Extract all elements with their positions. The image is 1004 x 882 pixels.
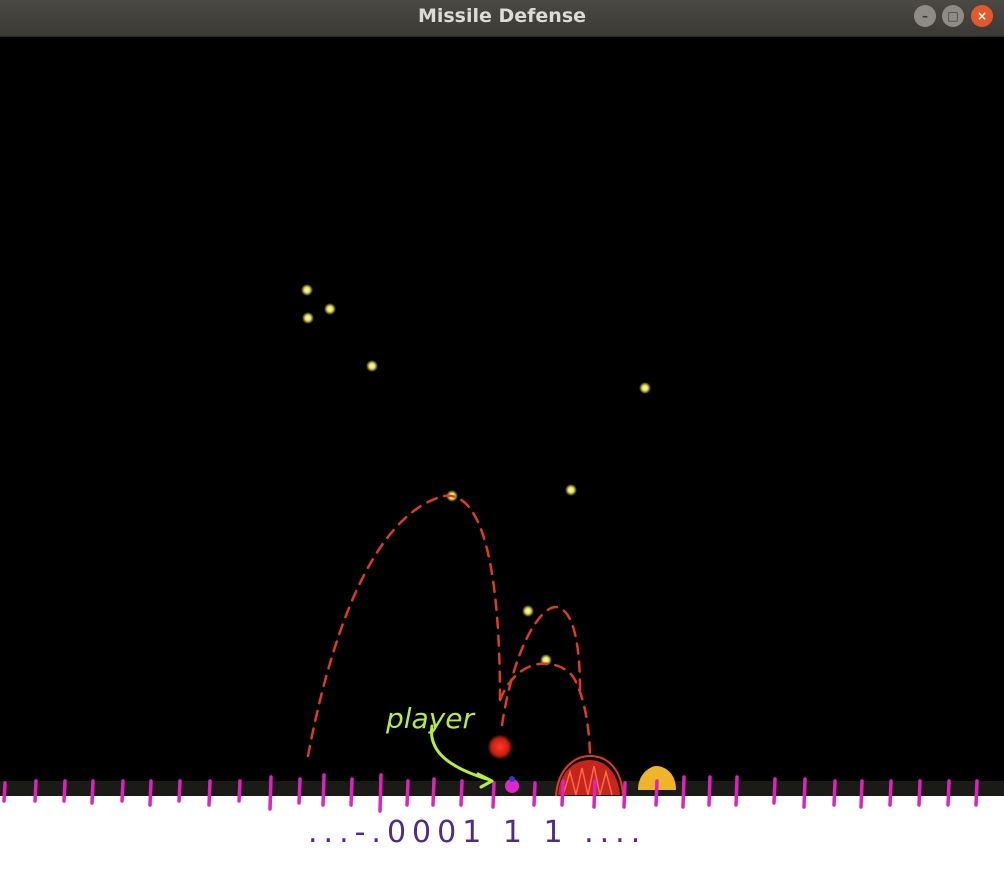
- player-annotation: player: [385, 702, 494, 789]
- trajectory-arc: [498, 662, 592, 762]
- missile: [366, 360, 378, 372]
- missile: [639, 382, 651, 394]
- missiles: [301, 284, 651, 666]
- game-window: Missile Defense – □ × player ...-.0001 1…: [0, 0, 1004, 882]
- missile: [302, 312, 314, 324]
- missile: [565, 484, 577, 496]
- bit-string-annotation: ...-.0001 1 1 ....: [308, 815, 646, 850]
- missile: [301, 284, 313, 296]
- missile: [522, 605, 534, 617]
- game-scene: player ...-.0001 1 1 ....: [2, 284, 979, 850]
- explosion: [555, 754, 624, 797]
- red-blob: [488, 735, 512, 759]
- trajectory-arc: [500, 605, 582, 727]
- player: [505, 776, 519, 793]
- missile: [324, 303, 336, 315]
